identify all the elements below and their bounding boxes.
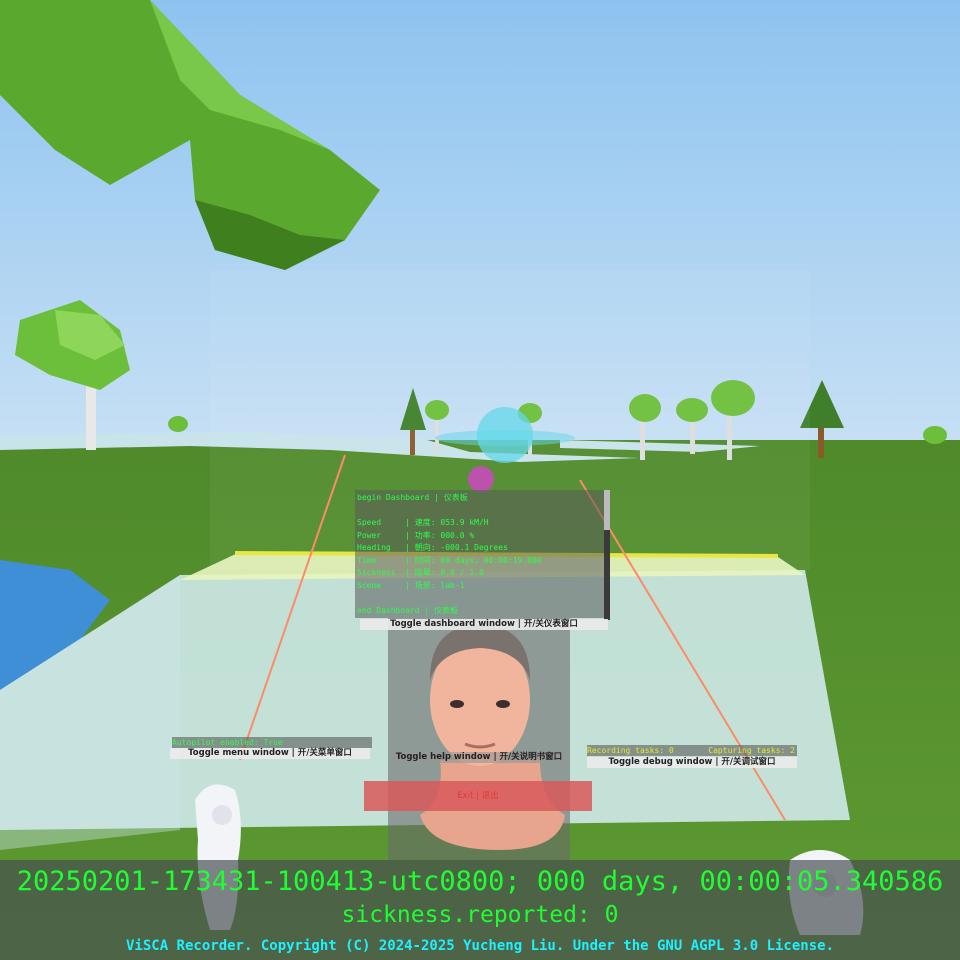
autopilot-status: Autopilot enabled: True (172, 737, 372, 748)
tree-far-8 (923, 426, 947, 444)
toggle-help-button[interactable]: Toggle help window | 开/关说明书窗口 (393, 752, 565, 763)
task-status-bar: Recording tasks: 0 Capturing tasks: 2 (587, 745, 797, 756)
toggle-dashboard-button[interactable]: Toggle dashboard window | 开/关仪表窗口 (360, 619, 608, 630)
copyright-notice: ViSCA Recorder. Copyright (C) 2024-2025 … (125, 938, 834, 954)
dashboard-begin: begin Dashboard | 仪表板 (357, 493, 468, 502)
dashboard-end: end Dashboard | 仪表板 (357, 605, 459, 615)
dashboard-power: Power | 功率: 000.0 % (357, 530, 475, 540)
dashboard-speed: Speed | 速度: 053.9 kM/H (357, 518, 489, 527)
dashboard-heading: Heading | 朝向: -000.1 Degrees (357, 543, 508, 552)
toggle-debug-button[interactable]: Toggle debug window | 开/关调试窗口 (587, 757, 797, 768)
vr-scene (0, 0, 960, 960)
dashboard-sickness: Sickness | 眩晕: 0.0 / 1.0 (357, 568, 484, 577)
toggle-menu-button[interactable]: Toggle menu window | 开/关菜单窗口 (170, 748, 370, 759)
capturing-tasks: Capturing tasks: 2 (708, 746, 795, 755)
dashboard-scene: Scene | 场景: lab-1 (357, 580, 465, 590)
recording-tasks: Recording tasks: 0 (587, 746, 674, 755)
dashboard-panel: begin Dashboard | 仪表板 Speed | 速度: 053.9 … (355, 490, 610, 618)
tree-far-9 (168, 416, 188, 432)
sickness-reported: sickness.reported: 0 (341, 902, 619, 928)
exit-button[interactable]: Exit | 退出 (364, 791, 592, 802)
avatar-face (388, 618, 570, 860)
dashboard-time: Time | 时间: 00 days, 00:00:19.800 (357, 555, 542, 565)
recording-timestamp: 20250201-173431-100413-utc0800; 000 days… (16, 866, 944, 897)
dashboard-scrollbar[interactable] (604, 490, 610, 620)
